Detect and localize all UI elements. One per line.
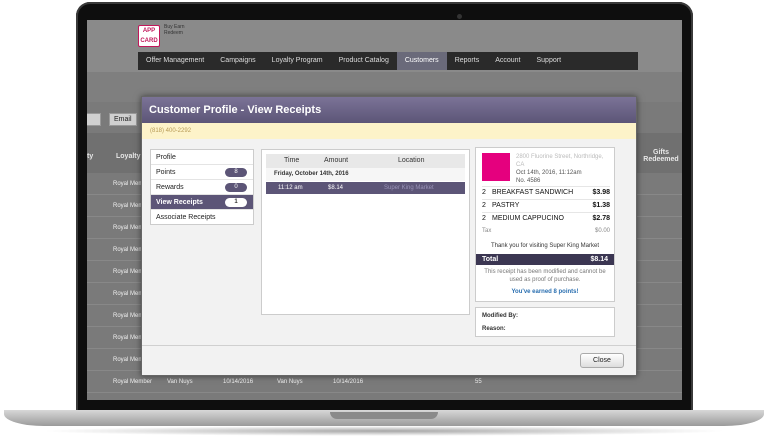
row-member: Royal Mem: [113, 357, 144, 363]
row-member: Royal Mem: [113, 269, 144, 275]
receipt-total-bar: Total $8.14: [476, 254, 614, 265]
row-member: Royal Mem: [113, 335, 144, 341]
filter-input[interactable]: [87, 113, 101, 126]
menu-item-view-receipts[interactable]: View Receipts 1: [151, 195, 253, 210]
nav-loyalty-program[interactable]: Loyalty Program: [264, 52, 331, 70]
col-header-gifts-redeemed[interactable]: Gifts Redeemed: [642, 149, 680, 163]
receipt-number: No. 4586: [516, 178, 541, 184]
brand-tagline: Buy Earn Redeem: [164, 24, 185, 36]
item-price: $1.38: [592, 202, 610, 209]
laptop-frame: APP CARD Buy Earn Redeem Offer Managemen…: [0, 0, 768, 448]
top-bar: APP CARD Buy Earn Redeem Offer Managemen…: [87, 20, 682, 72]
menu-item-points[interactable]: Points 8: [151, 165, 253, 180]
receipts-panel: Time Amount Location Friday, October 14t…: [261, 149, 470, 315]
col-header-ty[interactable]: ty: [87, 153, 93, 160]
menu-label: View Receipts: [156, 199, 203, 206]
menu-label: Rewards: [156, 184, 184, 191]
reason-label: Reason:: [482, 326, 506, 332]
receipts-count-badge: 1: [225, 198, 247, 207]
receipt-location: Super King Market: [384, 185, 434, 191]
profile-menu: Profile Points 8 Rewards 0 View Receipts…: [150, 149, 254, 225]
row-points: 55: [475, 379, 482, 385]
store-logo: [482, 153, 510, 181]
item-name: BREAKFAST SANDWICH: [492, 189, 574, 196]
customer-phone: (818) 400-2292: [142, 123, 636, 139]
col-header-amount[interactable]: Amount: [324, 157, 348, 164]
receipt-tax-line: Tax $0.00: [482, 228, 610, 234]
modified-by-label: Modified By:: [482, 313, 518, 319]
menu-label: Profile: [156, 154, 176, 161]
app-card-logo[interactable]: APP CARD: [138, 25, 160, 47]
row-member: Royal Mem: [113, 291, 144, 297]
item-name: MEDIUM CAPPUCINO: [492, 215, 564, 222]
item-price: $3.98: [592, 189, 610, 196]
webcam-icon: [457, 14, 462, 19]
store-address-block: 2800 Fluorine Street, Northridge, CA Oct…: [516, 153, 612, 185]
row-member: Royal Mem: [113, 181, 144, 187]
laptop-notch: [330, 412, 438, 419]
nav-offer-management[interactable]: Offer Management: [138, 52, 212, 70]
row-member: Royal Mem: [113, 247, 144, 253]
menu-label: Points: [156, 169, 176, 176]
menu-item-rewards[interactable]: Rewards 0: [151, 180, 253, 195]
receipt-datetime: Oct 14th, 2016, 11:12am: [516, 170, 582, 176]
item-name: PASTRY: [492, 202, 520, 209]
receipt-thanks: Thank you for visiting Super King Market: [490, 243, 600, 249]
points-count-badge: 8: [225, 168, 247, 177]
nav-reports[interactable]: Reports: [447, 52, 488, 70]
receipt-line-item: 2 PASTRY $1.38: [482, 199, 610, 211]
nav-customers[interactable]: Customers: [396, 52, 447, 70]
receipt-amount: $8.14: [328, 185, 344, 191]
menu-item-profile[interactable]: Profile: [151, 150, 253, 165]
col-header-time[interactable]: Time: [284, 157, 299, 164]
row-city: Van Nuys: [167, 379, 193, 385]
modal-footer: Close: [142, 345, 636, 375]
modification-info: Modified By: Reason:: [475, 307, 615, 337]
row-member: Royal Mem: [113, 203, 144, 209]
col-header-location[interactable]: Location: [398, 157, 424, 164]
receipt-line-item: 2 MEDIUM CAPPUCINO $2.78: [482, 212, 610, 224]
total-value: $8.14: [590, 256, 608, 263]
receipts-date-group: Friday, October 14th, 2016: [266, 168, 465, 181]
store-state: CA: [516, 162, 525, 168]
customer-profile-modal: Customer Profile - View Receipts (818) 4…: [141, 96, 637, 376]
nav-campaigns[interactable]: Campaigns: [212, 52, 263, 70]
nav-support[interactable]: Support: [529, 52, 570, 70]
row-city: Van Nuys: [277, 379, 303, 385]
tax-value: $0.00: [594, 228, 610, 234]
points-earned-message: You've earned 8 points!: [511, 289, 579, 295]
receipt-preview: 2800 Fluorine Street, Northridge, CA Oct…: [475, 147, 615, 302]
close-button[interactable]: Close: [580, 353, 624, 368]
row-date: 10/14/2016: [333, 379, 364, 385]
main-nav: Offer Management Campaigns Loyalty Progr…: [138, 52, 638, 70]
email-filter-button[interactable]: Email: [109, 113, 137, 126]
row-member: Royal Mem: [113, 313, 144, 319]
receipt-row-selected[interactable]: 11:12 am $8.14 Super King Market: [266, 182, 465, 194]
col-header-loyalty[interactable]: Loyalty: [116, 153, 141, 160]
menu-item-associate-receipts[interactable]: Associate Receipts: [151, 210, 253, 225]
row-member: Royal Mem: [113, 225, 144, 231]
item-qty: 2: [482, 215, 486, 222]
item-qty: 2: [482, 202, 486, 209]
receipts-table-header: Time Amount Location: [266, 154, 465, 168]
receipt-line-item: 2 BREAKFAST SANDWICH $3.98: [482, 186, 610, 198]
row-date: 10/14/2016: [223, 379, 254, 385]
total-label: Total: [482, 256, 499, 263]
store-address: 2800 Fluorine Street, Northridge,: [516, 154, 604, 160]
rewards-count-badge: 0: [225, 183, 247, 192]
item-price: $2.78: [592, 215, 610, 222]
laptop-shadow: [40, 426, 728, 436]
menu-label: Associate Receipts: [156, 214, 216, 221]
row-member: Royal Member: [113, 379, 153, 385]
receipt-modified-note: This receipt has been modified and canno…: [484, 269, 606, 283]
tax-label: Tax: [482, 228, 492, 234]
receipt-time: 11:12 am: [278, 185, 303, 191]
modal-title: Customer Profile - View Receipts: [142, 97, 636, 123]
nav-account[interactable]: Account: [487, 52, 528, 70]
item-qty: 2: [482, 189, 486, 196]
nav-product-catalog[interactable]: Product Catalog: [331, 52, 397, 70]
